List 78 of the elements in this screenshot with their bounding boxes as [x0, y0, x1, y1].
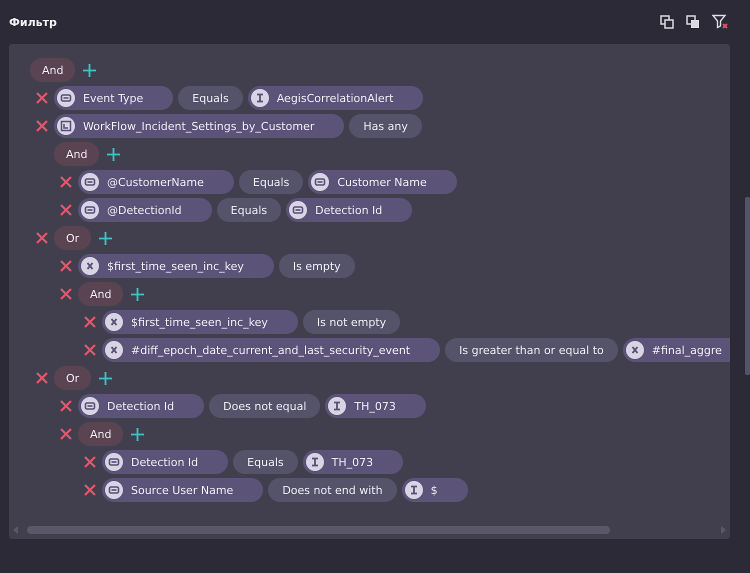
- delete-icon[interactable]: [59, 175, 73, 189]
- group-operator[interactable]: Or: [54, 366, 92, 390]
- field-selector[interactable]: WorkFlow_Incident_Settings_by_Customer: [54, 114, 344, 138]
- operator-selector[interactable]: Is empty: [278, 254, 355, 278]
- field-selector[interactable]: @DetectionId: [78, 198, 212, 222]
- add-icon[interactable]: [99, 372, 112, 384]
- delete-icon[interactable]: [59, 259, 73, 273]
- group-operator[interactable]: And: [78, 282, 124, 306]
- variable-type-icon: [626, 341, 644, 359]
- text-type-icon: [250, 89, 269, 107]
- operator-selector[interactable]: Is greater than or equal to: [445, 338, 618, 362]
- delete-icon[interactable]: [35, 371, 49, 385]
- operator-selector[interactable]: Equals: [238, 170, 304, 194]
- clear-filter-icon[interactable]: [712, 14, 729, 30]
- variable-type-icon: [81, 257, 99, 275]
- value-selector[interactable]: AegisCorrelationAlert: [248, 86, 424, 110]
- delete-icon[interactable]: [35, 231, 49, 245]
- text-type-icon: [404, 481, 423, 499]
- text-type-icon: [306, 453, 324, 471]
- group-operator[interactable]: Or: [54, 226, 92, 250]
- operator-selector[interactable]: Is not empty: [302, 310, 400, 334]
- list-type-icon: [57, 117, 75, 135]
- value-selector[interactable]: $: [402, 478, 468, 502]
- add-icon[interactable]: [99, 232, 112, 244]
- value-selector[interactable]: #final_aggre: [622, 338, 730, 362]
- delete-icon[interactable]: [83, 455, 97, 469]
- horizontal-scrollbar[interactable]: [27, 526, 610, 534]
- add-icon[interactable]: [131, 288, 144, 300]
- operator-selector[interactable]: Does not equal: [209, 394, 320, 418]
- field-selector[interactable]: $first_time_seen_inc_key: [78, 254, 274, 278]
- delete-icon[interactable]: [35, 91, 49, 105]
- value-selector[interactable]: Customer Name: [308, 170, 457, 194]
- delete-icon[interactable]: [59, 203, 73, 217]
- field-selector[interactable]: Event Type: [54, 86, 174, 110]
- field-type-icon: [57, 89, 75, 107]
- value-selector[interactable]: TH_073: [302, 450, 404, 474]
- field-type-icon: [81, 173, 99, 191]
- delete-icon[interactable]: [83, 483, 97, 497]
- scroll-right-icon[interactable]: [720, 526, 726, 534]
- field-selector[interactable]: @CustomerName: [78, 170, 234, 194]
- copy-icon[interactable]: [660, 15, 674, 29]
- value-selector[interactable]: Detection Id: [286, 198, 412, 222]
- paste-icon[interactable]: [686, 15, 700, 29]
- delete-icon[interactable]: [83, 315, 97, 329]
- field-type-icon: [289, 201, 308, 219]
- add-icon[interactable]: [83, 64, 96, 76]
- delete-icon[interactable]: [83, 343, 97, 357]
- field-type-icon: [81, 201, 99, 219]
- delete-icon[interactable]: [59, 427, 73, 441]
- text-type-icon: [328, 397, 346, 415]
- operator-selector[interactable]: Equals: [233, 450, 298, 474]
- field-type-icon: [105, 481, 123, 499]
- delete-icon[interactable]: [35, 119, 49, 133]
- field-selector[interactable]: Detection Id: [102, 450, 228, 474]
- operator-selector[interactable]: Equals: [178, 86, 243, 110]
- operator-selector[interactable]: Equals: [216, 198, 282, 222]
- group-operator[interactable]: And: [54, 142, 100, 166]
- operator-selector[interactable]: Does not end with: [268, 478, 397, 502]
- field-type-icon: [311, 173, 330, 191]
- group-operator[interactable]: And: [78, 422, 124, 446]
- field-type-icon: [81, 397, 99, 415]
- field-selector[interactable]: Detection Id: [78, 394, 204, 418]
- field-selector[interactable]: #diff_epoch_date_current_and_last_security_event: [102, 338, 440, 362]
- add-icon[interactable]: [107, 148, 120, 160]
- delete-icon[interactable]: [59, 399, 73, 413]
- field-selector[interactable]: Source User Name: [102, 478, 264, 502]
- variable-type-icon: [105, 313, 123, 331]
- field-type-icon: [105, 453, 123, 471]
- panel-title: Фильтр: [9, 16, 57, 28]
- vertical-scrollbar[interactable]: [745, 197, 750, 375]
- value-selector[interactable]: TH_073: [325, 394, 426, 418]
- field-selector[interactable]: $first_time_seen_inc_key: [102, 310, 298, 334]
- group-operator[interactable]: And: [30, 58, 76, 82]
- operator-selector[interactable]: Has any: [349, 114, 422, 138]
- add-icon[interactable]: [131, 428, 144, 440]
- delete-icon[interactable]: [59, 287, 73, 301]
- variable-type-icon: [105, 341, 123, 359]
- scroll-left-icon[interactable]: [13, 526, 19, 534]
